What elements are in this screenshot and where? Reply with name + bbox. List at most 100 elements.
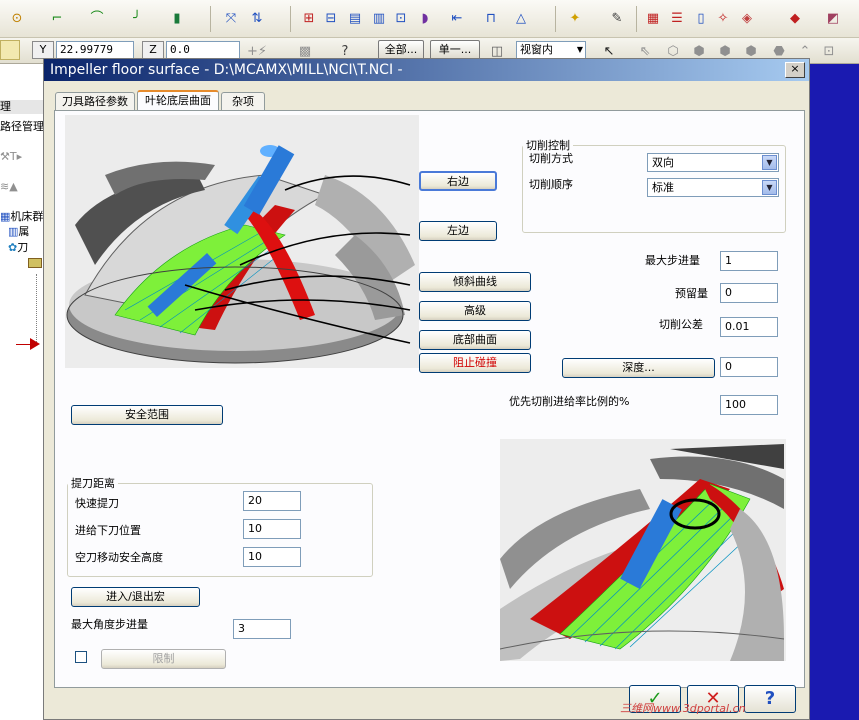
wave-icon[interactable]: ≋▲	[0, 180, 18, 194]
max-angle-step-label: 最大角度步进量	[71, 618, 148, 631]
line-icon[interactable]: ⌐	[48, 9, 66, 27]
impeller-preview-illustration	[500, 444, 785, 661]
air-move-input[interactable]: 10	[243, 547, 301, 567]
cut-order-label: 切削顺序	[529, 178, 573, 191]
shade-icon[interactable]: ◩	[824, 9, 842, 27]
impeller-illustration	[66, 145, 415, 364]
mirror-icon[interactable]: ⇅	[248, 9, 266, 27]
machine-group-item[interactable]: ▦机床群	[0, 210, 43, 224]
impeller-diagram	[65, 115, 419, 368]
cut-method-label: 切削方式	[529, 152, 573, 165]
translate-icon[interactable]: ◗	[416, 9, 434, 27]
select-all-button[interactable]: 全部...	[378, 40, 424, 60]
transform-icon[interactable]: ⤧	[222, 9, 240, 27]
prevent-collision-button[interactable]: 阻止碰撞	[419, 353, 531, 373]
help-button[interactable]: ?	[744, 685, 796, 713]
array-icon[interactable]: ▤	[346, 9, 364, 27]
measure-icon[interactable]: ⊓	[482, 9, 500, 27]
bars-icon: ▥	[8, 225, 19, 238]
pick-icon[interactable]: ⊡	[820, 42, 838, 60]
rapid-retract-label: 快速提刀	[75, 497, 119, 510]
point-icon[interactable]: ⊙	[8, 9, 26, 27]
view-select[interactable]: 视窗内 ▼	[516, 41, 586, 59]
depth-input[interactable]: 0	[720, 357, 778, 377]
light-icon[interactable]: ✦	[566, 9, 584, 27]
view-select-value: 视窗内	[520, 43, 553, 56]
insert-arrow-icon	[30, 338, 40, 350]
floor-surface-button[interactable]: 底部曲面	[419, 330, 531, 350]
dialog-title: Impeller floor surface - D:\MCAMX\MILL\N…	[44, 59, 809, 81]
properties-item[interactable]: ▥属	[8, 225, 29, 239]
tolerance-input[interactable]: 0.01	[720, 317, 778, 337]
cut-method-value: 双向	[652, 156, 674, 169]
folder-icon[interactable]	[28, 258, 42, 268]
air-move-label: 空刀移动安全高度	[75, 551, 163, 564]
max-stepover-input[interactable]: 1	[720, 251, 778, 271]
offset-icon[interactable]: ⊟	[322, 9, 340, 27]
tolerance-label: 切削公差	[659, 318, 703, 331]
safety-zone-button[interactable]: 安全范围	[71, 405, 223, 425]
list-icon[interactable]: ☰	[668, 9, 686, 27]
right-edge-button[interactable]: 右边	[419, 171, 497, 191]
properties-label: 属	[18, 225, 30, 238]
scale-icon[interactable]: ▥	[370, 9, 388, 27]
advanced-button[interactable]: 高级	[419, 301, 531, 321]
main-toolbar: ⊙ ⌐ ⌒ ╯ ▮ ⤧ ⇅ ⊞ ⊟ ▤ ▥ ⊡ ◗ ⇤ ⊓ △ ✦ ✎ ▦ ☰ …	[0, 0, 859, 38]
graphics-area[interactable]	[808, 64, 859, 720]
tab-impeller-floor[interactable]: 叶轮底层曲面	[137, 90, 219, 112]
machine-group-label: 机床群	[10, 210, 44, 223]
toolbar-handle	[0, 40, 20, 60]
stock-input[interactable]: 0	[720, 283, 778, 303]
panel-title: 路径管理	[0, 120, 44, 133]
tab-misc[interactable]: 杂项	[221, 92, 265, 112]
triangle-icon[interactable]: △	[512, 9, 530, 27]
y-coordinate-field[interactable]: 22.99779	[56, 41, 134, 59]
cube-icon[interactable]: ◆	[786, 9, 804, 27]
notes-icon[interactable]: ✎	[608, 9, 626, 27]
select-single-button[interactable]: 单一...	[430, 40, 480, 60]
max-angle-step-input[interactable]: 3	[233, 619, 291, 639]
grid-icon: ▦	[0, 210, 11, 223]
watermark: 三维网www.3dportal.cn	[620, 702, 746, 715]
rapid-retract-input[interactable]: 20	[243, 491, 301, 511]
depth-button[interactable]: 深度...	[562, 358, 715, 378]
rotate-icon[interactable]: ⊡	[392, 9, 410, 27]
panel-header: 理	[0, 100, 44, 114]
dimension-icon[interactable]: ⇤	[448, 9, 466, 27]
grid-icon[interactable]: ▦	[644, 9, 662, 27]
feed-ratio-label: 优先切削进给率比例的%	[509, 395, 630, 408]
close-button[interactable]: ×	[785, 62, 805, 78]
limit-button[interactable]: 限制	[101, 649, 226, 669]
feed-ratio-input[interactable]: 100	[720, 395, 778, 415]
toolpath-icons[interactable]: ⚒T▸	[0, 150, 22, 164]
z-label: Z	[142, 41, 164, 59]
chevron-down-icon: ▼	[762, 155, 777, 170]
stock-label: 预留量	[675, 287, 708, 300]
toolpaths-item[interactable]: ✿刀	[8, 241, 28, 255]
wand-icon[interactable]: ✧	[714, 9, 732, 27]
chevron-down-icon: ▼	[762, 180, 777, 195]
z-coordinate-field[interactable]: 0.0	[166, 41, 240, 59]
tab-panel: 右边 左边 倾斜曲线 高级 底部曲面 阻止碰撞 切削控制 切削方式 双向 ▼ 切削…	[54, 110, 805, 688]
limit-checkbox[interactable]	[75, 651, 87, 663]
chain-icon[interactable]: ⊞	[300, 9, 318, 27]
document-icon[interactable]: ▯	[692, 9, 710, 27]
left-edge-button[interactable]: 左边	[419, 221, 497, 241]
cut-method-select[interactable]: 双向 ▼	[647, 153, 779, 172]
tree-line	[36, 274, 37, 344]
paint-icon[interactable]: ◈	[738, 9, 756, 27]
feed-plunge-input[interactable]: 10	[243, 519, 301, 539]
arc-icon[interactable]: ⌒	[88, 9, 106, 27]
tools-icon: ✿	[8, 241, 18, 254]
cut-order-value: 标准	[652, 181, 674, 194]
cylinder-icon[interactable]: ▮	[168, 9, 186, 27]
tilt-curve-button[interactable]: 倾斜曲线	[419, 272, 531, 292]
cut-order-select[interactable]: 标准 ▼	[647, 178, 779, 197]
toolpaths-label: 刀	[17, 241, 29, 254]
tab-toolpath-params[interactable]: 刀具路径参数	[55, 92, 135, 112]
cut-control-legend: 切削控制	[526, 139, 570, 152]
fillet-icon[interactable]: ╯	[128, 9, 146, 27]
impeller-floor-dialog: Impeller floor surface - D:\MCAMX\MILL\N…	[43, 58, 810, 720]
max-stepover-label: 最大步进量	[645, 254, 700, 267]
entry-exit-macro-button[interactable]: 进入/退出宏	[71, 587, 200, 607]
